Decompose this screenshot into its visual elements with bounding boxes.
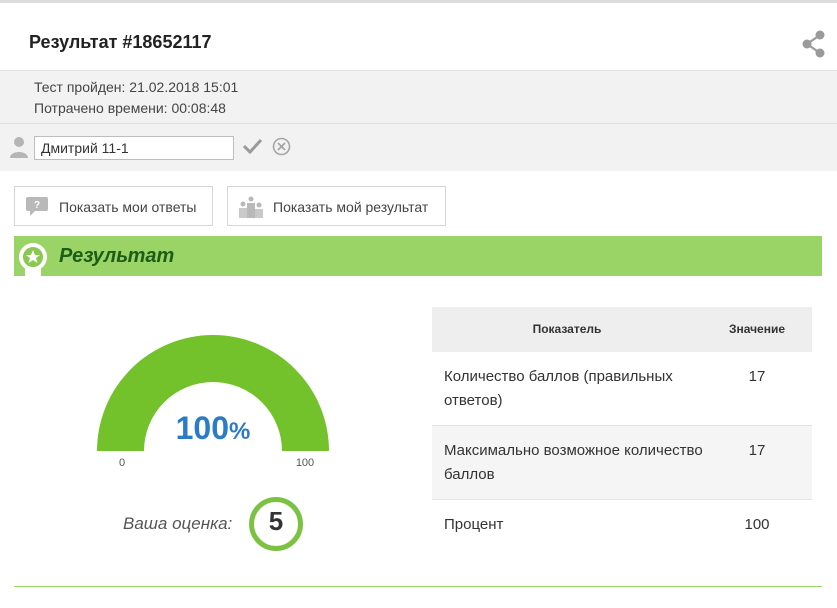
- results-table: Показатель Значение Количество баллов (п…: [432, 307, 812, 550]
- column-header-value: Значение: [728, 322, 786, 336]
- show-answers-label: Показать мои ответы: [59, 199, 197, 215]
- gauge-percent-value: 100: [175, 410, 230, 446]
- row-label: Количество баллов (правильных ответов): [444, 368, 673, 409]
- row-value: 17: [748, 442, 766, 459]
- table-row: Максимально возможное количество баллов …: [432, 426, 812, 500]
- gauge-min-label: 0: [118, 457, 126, 469]
- section-divider: [14, 586, 822, 587]
- share-icon[interactable]: [801, 30, 827, 58]
- column-header-indicator: Показатель: [532, 322, 602, 336]
- time-spent-text: Потрачено времени: 00:08:48: [34, 100, 226, 116]
- show-result-button[interactable]: Показать мой результат: [227, 186, 446, 226]
- award-ribbon-icon: [19, 243, 47, 288]
- cancel-icon[interactable]: [272, 137, 291, 156]
- gauge-percent: 100%: [92, 410, 334, 447]
- test-passed-text: Тест пройден: 21.02.2018 15:01: [34, 79, 239, 95]
- name-field[interactable]: [34, 136, 234, 160]
- row-value: 100: [744, 516, 770, 533]
- grade-value: 5: [268, 506, 284, 536]
- result-banner: Результат: [14, 236, 822, 288]
- table-row: Количество баллов (правильных ответов) 1…: [432, 352, 812, 426]
- show-result-label: Показать мой результат: [273, 199, 429, 215]
- banner-title: Результат: [59, 245, 175, 267]
- result-header: Результат #18652117: [0, 3, 837, 71]
- grade-label: Ваша оценка:: [123, 514, 233, 533]
- row-label: Максимально возможное количество баллов: [444, 442, 703, 483]
- check-icon[interactable]: [243, 138, 262, 154]
- name-bar: [0, 124, 837, 171]
- show-answers-button[interactable]: ? Показать мои ответы: [14, 186, 213, 226]
- row-label: Процент: [444, 516, 504, 533]
- table-row: Процент 100: [432, 500, 812, 550]
- podium-icon: [239, 196, 263, 218]
- question-bubble-icon: ?: [26, 197, 48, 216]
- table-header: Показатель Значение: [432, 307, 812, 352]
- page-title: Результат #18652117: [29, 32, 212, 52]
- gauge-max-label: 100: [295, 457, 315, 469]
- user-icon: [10, 137, 28, 158]
- row-value: 17: [748, 368, 766, 385]
- gauge-percent-unit: %: [229, 418, 251, 445]
- svg-text:?: ?: [34, 200, 40, 211]
- test-info: Тест пройден: 21.02.2018 15:01 Потрачено…: [0, 71, 837, 124]
